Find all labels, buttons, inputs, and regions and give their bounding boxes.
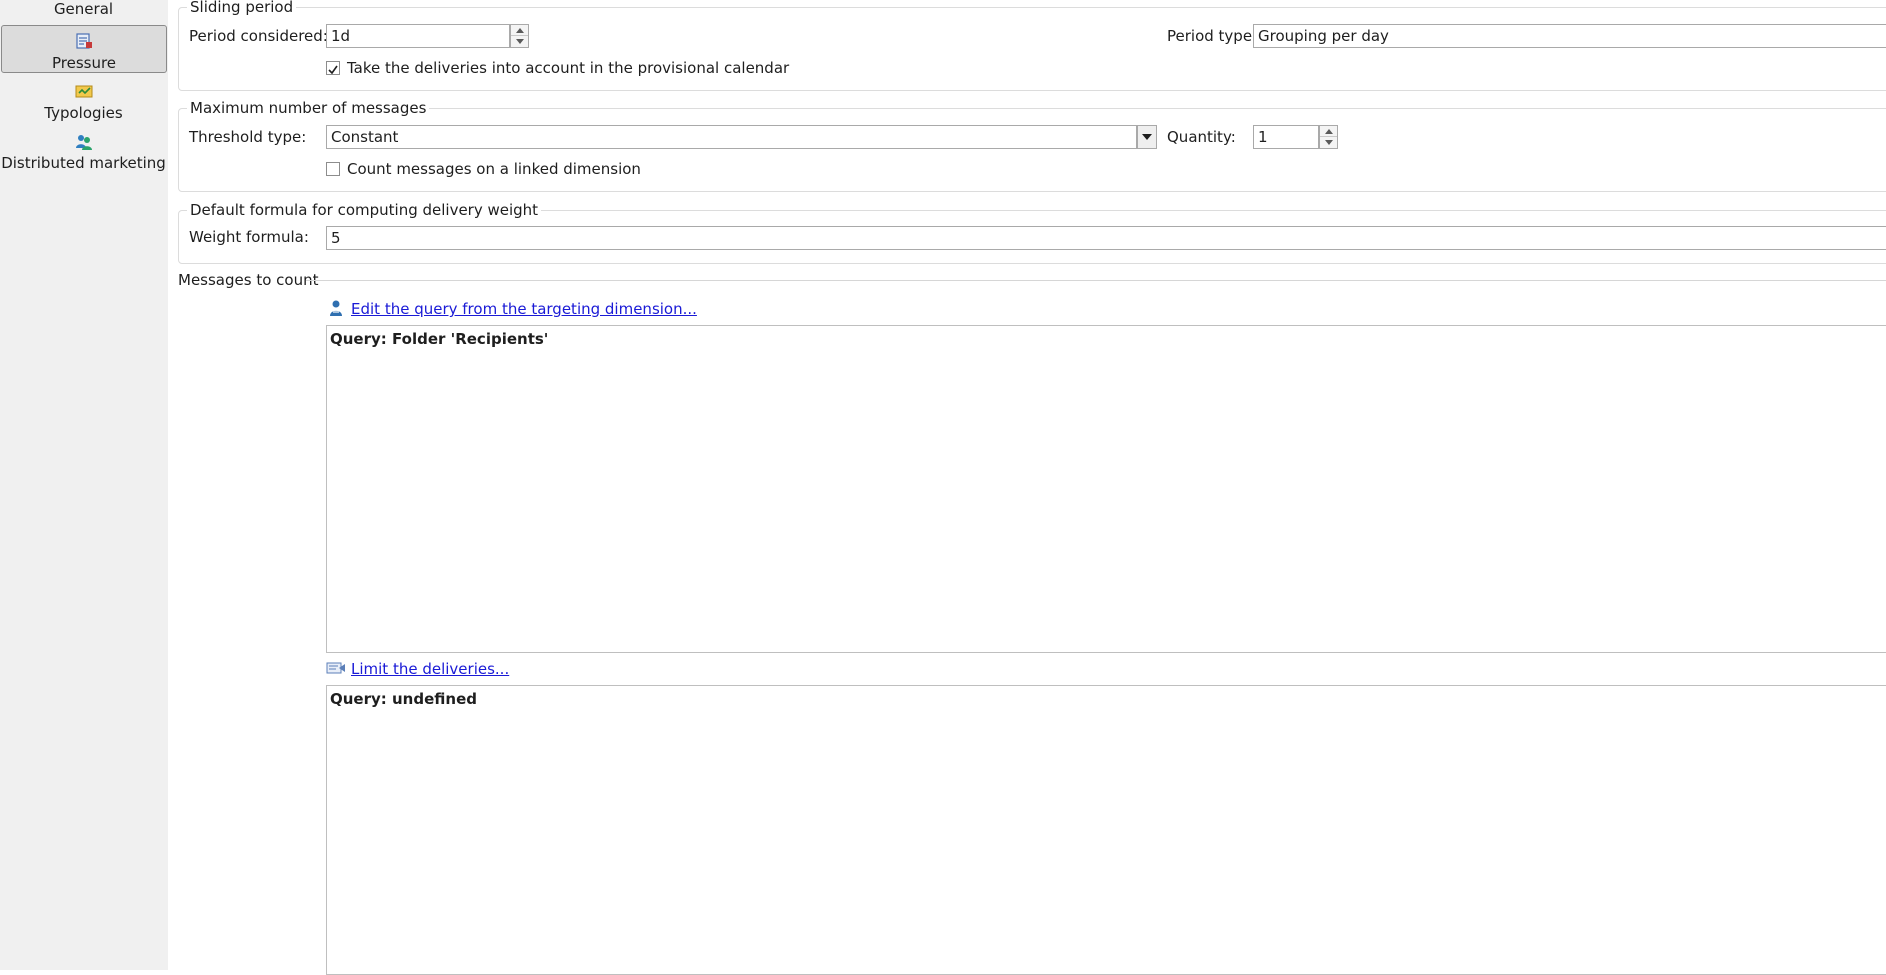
quantity-stepper[interactable]	[1319, 125, 1338, 149]
threshold-type-select[interactable]: Constant	[326, 125, 1137, 149]
provisional-calendar-label: Take the deliveries into account in the …	[347, 59, 790, 77]
delivery-weight-group: Default formula for computing delivery w…	[178, 201, 1886, 264]
pressure-icon	[73, 32, 95, 52]
period-type-select[interactable]: Grouping per day	[1253, 24, 1886, 48]
nav-item-label: Pressure	[51, 54, 117, 72]
nav-item-label: General	[53, 0, 114, 18]
spin-down-icon[interactable]	[511, 36, 528, 47]
period-type-label: Period type:	[1167, 27, 1258, 45]
nav-item-general[interactable]: General	[0, 0, 167, 18]
linked-dimension-label: Count messages on a linked dimension	[347, 160, 641, 178]
max-messages-group: Maximum number of messages Threshold typ…	[178, 99, 1886, 192]
typologies-icon	[73, 82, 95, 102]
group-title: Sliding period	[187, 0, 297, 16]
messages-to-count-title: Messages to count	[178, 271, 319, 289]
nav-item-label: Typologies	[44, 104, 123, 122]
spin-down-icon[interactable]	[1320, 137, 1337, 148]
period-considered-stepper[interactable]	[510, 24, 529, 48]
nav-item-pressure[interactable]: Pressure	[1, 25, 167, 73]
nav-item-distributed-marketing[interactable]: Distributed marketing	[0, 132, 167, 172]
deliveries-query-text: Query: undefined	[330, 690, 477, 708]
nav-item-label: Distributed marketing	[1, 154, 166, 172]
threshold-type-dropdown-button[interactable]	[1137, 125, 1157, 149]
period-considered-input[interactable]: 1d	[326, 24, 510, 48]
chevron-down-icon	[1142, 134, 1152, 140]
weight-formula-label: Weight formula:	[189, 228, 309, 246]
section-divider	[306, 280, 1886, 281]
distributed-marketing-icon	[73, 132, 95, 152]
limit-deliveries-icon	[326, 660, 346, 680]
weight-formula-input[interactable]: 5	[326, 226, 1886, 250]
limit-deliveries-link[interactable]: Limit the deliveries...	[351, 660, 509, 678]
edit-query-icon	[328, 299, 344, 321]
deliveries-query-box[interactable]: Query: undefined	[326, 685, 1886, 975]
pressure-panel: Sliding period Period considered: 1d Per…	[168, 0, 1886, 975]
linked-dimension-checkbox[interactable]	[326, 162, 340, 176]
threshold-type-label: Threshold type:	[189, 128, 307, 146]
sliding-period-group: Sliding period Period considered: 1d Per…	[178, 0, 1886, 91]
group-title: Maximum number of messages	[187, 99, 430, 117]
quantity-input[interactable]: 1	[1253, 125, 1319, 149]
targeting-query-box[interactable]: Query: Folder 'Recipients'	[326, 325, 1886, 653]
spin-up-icon[interactable]	[1320, 126, 1337, 137]
edit-query-link[interactable]: Edit the query from the targeting dimens…	[351, 300, 697, 318]
left-navigation: General Pressure Typologies Distributed …	[0, 0, 169, 970]
nav-item-typologies[interactable]: Typologies	[0, 82, 167, 122]
spin-up-icon[interactable]	[511, 25, 528, 36]
provisional-calendar-checkbox[interactable]	[326, 61, 340, 75]
period-considered-label: Period considered:	[189, 27, 328, 45]
quantity-label: Quantity:	[1167, 128, 1236, 146]
check-icon	[328, 65, 338, 75]
group-title: Default formula for computing delivery w…	[187, 201, 542, 219]
targeting-query-text: Query: Folder 'Recipients'	[330, 330, 549, 348]
